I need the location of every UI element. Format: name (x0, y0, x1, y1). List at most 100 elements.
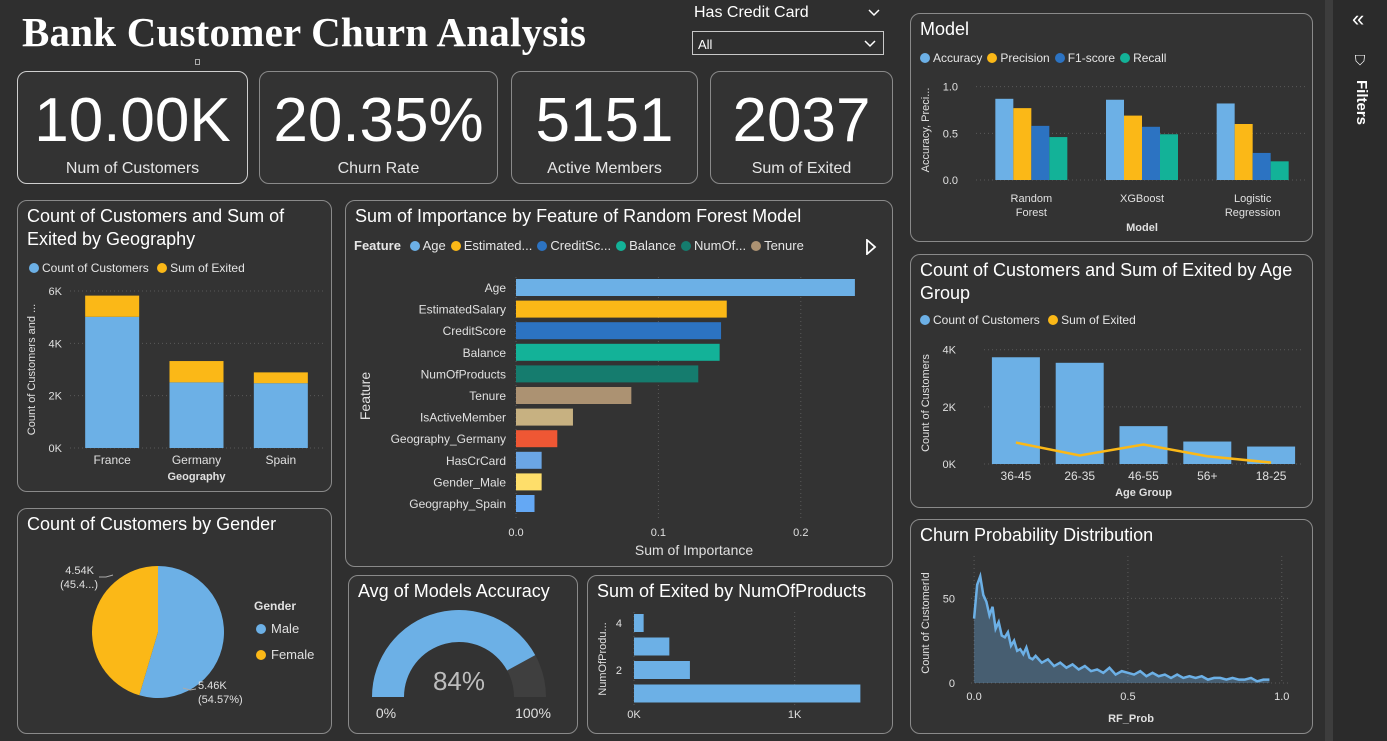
filter-icon: ⛉ (1354, 52, 1366, 68)
y-tick-label: 4 (616, 618, 622, 630)
model-bar (995, 98, 1014, 180)
leader-line (99, 574, 114, 578)
model-bar (1013, 108, 1032, 180)
page-title: Bank Customer Churn Analysis (22, 9, 587, 55)
legend-dot (1120, 53, 1131, 63)
kpi-value: 10.00K (34, 86, 231, 155)
y-tick-label: CreditScore (443, 324, 507, 338)
numproducts-chart-card[interactable]: Sum of Exited by NumOfProducts 0K 1K 4 2 Num… (587, 575, 893, 734)
legend-label: Estimated... (463, 238, 533, 253)
legend-dot (256, 624, 266, 634)
model-bar (1142, 126, 1160, 180)
filters-label[interactable]: Filters (1353, 80, 1370, 125)
filters-pane[interactable]: « ⛉ Filters (1325, 0, 1387, 741)
churnprob-chart-card[interactable]: Churn Probability Distribution 0 50 0.0 0.5… (910, 519, 1313, 734)
x-tick-label: 1.0 (1274, 691, 1289, 703)
x-tick-label: Random (1011, 193, 1053, 205)
legend-dot (537, 241, 548, 251)
resize-handle[interactable] (195, 59, 200, 65)
chart-title: Sum of Importance by Feature of Random F… (355, 206, 802, 226)
importance-bar (516, 343, 720, 361)
x-axis-title: Age Group (1115, 487, 1172, 499)
kpi-value: 20.35% (273, 86, 484, 155)
legend-label: NumOf... (694, 238, 747, 253)
accuracy-gauge: 84% 0% 100% (372, 610, 551, 721)
numproducts-bar (634, 637, 670, 656)
model-bar (1160, 134, 1178, 180)
geography-chart-card[interactable]: Count of Customers and Sum of Exited by … (17, 200, 332, 492)
bar-exited (85, 295, 140, 317)
data-label: 5.46K (198, 680, 227, 692)
y-tick-label: 50 (943, 593, 955, 605)
chevron-down-icon (864, 40, 876, 48)
y-axis-title: NumOfProdu... (597, 622, 609, 695)
legend-title: Feature (354, 238, 401, 253)
y-tick-label: Age (485, 281, 507, 295)
chart-title: Count of Customers and Sum of Exited by … (27, 206, 285, 249)
kpi-active-members[interactable]: 5151 Active Members (511, 71, 698, 184)
model-bar (1216, 103, 1235, 180)
y-tick-label: 4K (943, 345, 957, 357)
legend-label: Tenure (764, 238, 804, 253)
chart-title: Sum of Exited by NumOfProducts (597, 581, 867, 601)
x-tick-label: XGBoost (1120, 193, 1164, 205)
legend-dot (987, 53, 998, 63)
chart-legend: Count of Customers Sum of Exited (24, 261, 245, 275)
gauge-card[interactable]: Avg of Models Accuracy 84% 0% 100% (348, 575, 578, 734)
x-tick-label: 56+ (1197, 469, 1217, 483)
x-tick-label: 0.0 (508, 527, 523, 539)
y-tick-label: 2K (943, 402, 957, 414)
slicer-dropdown[interactable]: All (692, 31, 884, 55)
importance-bar (516, 495, 535, 512)
x-tick-label: Regression (1225, 207, 1281, 219)
x-axis-title: Sum of Importance (635, 542, 753, 558)
kpi-churn-rate[interactable]: 20.35% Churn Rate (259, 71, 498, 184)
model-chart-card[interactable]: Model Accuracy Precision F1-score Recall 0.… (910, 13, 1313, 242)
y-tick-label: EstimatedSalary (419, 303, 506, 317)
kpi-value: 5151 (535, 86, 674, 155)
importance-bar (516, 473, 542, 491)
age-bar (1055, 362, 1104, 464)
legend-label: Age (422, 238, 446, 253)
kpi-num-customers[interactable]: 10.00K Num of Customers (17, 71, 248, 184)
gender-pie-chart: 5.46K (54.57%) 4.54K (45.4...) Gender Male Fem… (60, 565, 314, 706)
legend-label: Recall (1133, 51, 1167, 65)
x-tick-label: 0.1 (651, 527, 666, 539)
y-tick-label: IsActiveMember (420, 411, 506, 425)
x-tick-label: 26-35 (1064, 469, 1095, 483)
legend-label: Male (271, 621, 299, 636)
y-axis-title: Count of Customers (920, 354, 932, 452)
kpi-sum-exited[interactable]: 2037 Sum of Exited (710, 71, 893, 184)
x-tick-label: Spain (265, 453, 296, 467)
collapse-pane-icon[interactable]: « (1352, 8, 1364, 30)
y-tick-label: 0K (49, 443, 63, 455)
data-label: 4.54K (65, 565, 94, 577)
kpi-label: Num of Customers (65, 160, 200, 177)
numproducts-bar (634, 684, 861, 703)
legend-label: CreditSc... (550, 238, 612, 253)
legend-dot (616, 241, 627, 251)
y-tick-label: Geography_Germany (391, 432, 506, 446)
x-tick-label: Logistic (1234, 193, 1272, 205)
x-tick-label: 1K (788, 709, 802, 721)
legend-label: Sum of Exited (1061, 313, 1136, 327)
agegroup-chart: 0K 2K 4K 36-45 26-35 46-55 56+ 18-25 Age Group Co… (920, 345, 1303, 499)
data-label: (45.4...) (60, 579, 98, 591)
importance-bar (516, 300, 727, 318)
x-tick-label: Forest (1016, 207, 1047, 219)
legend-next-icon[interactable] (865, 239, 877, 255)
x-tick-label: 36-45 (1001, 469, 1032, 483)
bar-exited (169, 361, 224, 383)
chart-title: Count of Customers and Sum of Exited by … (920, 260, 1293, 303)
y-tick-label: 0K (943, 459, 957, 471)
gender-chart-card[interactable]: Count of Customers by Gender 5.46K (54.57… (17, 508, 332, 734)
slicer-collapse-icon[interactable] (866, 6, 882, 20)
chart-legend: Feature Age Estimated... CreditSc... Balanc… (354, 238, 804, 253)
x-axis-title: Model (1126, 222, 1158, 234)
importance-chart-card[interactable]: Sum of Importance by Feature of Random F… (345, 200, 893, 567)
chart-title: Churn Probability Distribution (920, 525, 1154, 545)
importance-bar (516, 451, 542, 469)
agegroup-chart-card[interactable]: Count of Customers and Sum of Exited by … (910, 254, 1313, 508)
y-axis-title: Feature (357, 372, 373, 420)
chart-legend: Accuracy Precision F1-score Recall (915, 51, 1166, 65)
